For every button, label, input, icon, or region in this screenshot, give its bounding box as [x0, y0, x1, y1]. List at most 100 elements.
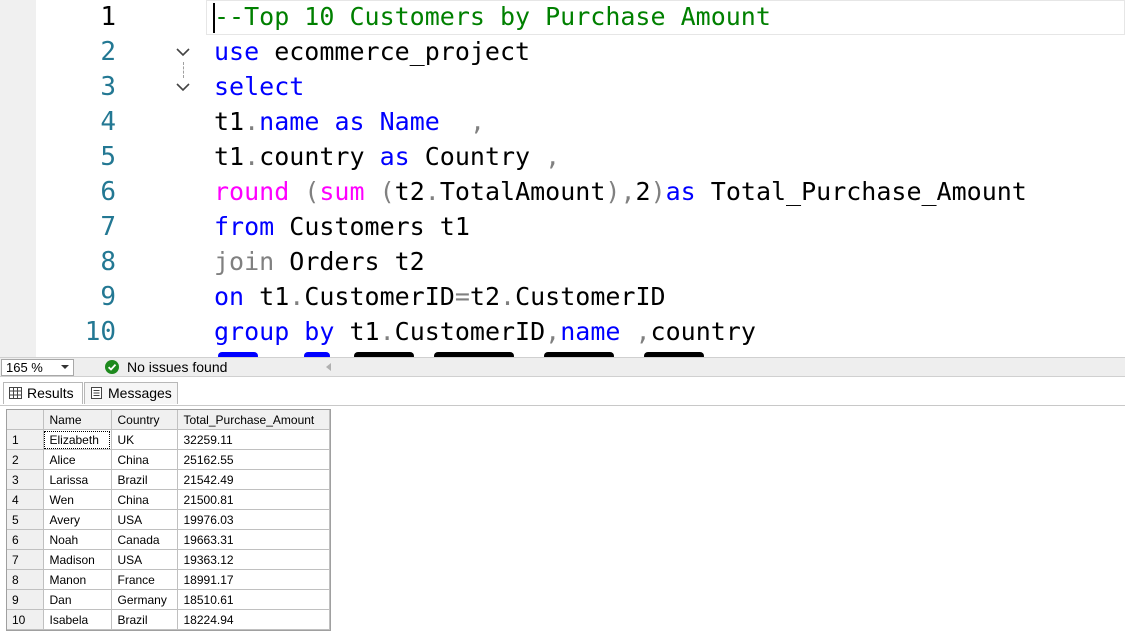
grid-header-row: Name Country Total_Purchase_Amount: [7, 410, 330, 430]
tab-messages[interactable]: Messages: [84, 382, 178, 404]
code-token: .: [424, 177, 440, 206]
editor-status-bar: 165 % No issues found: [0, 357, 1125, 377]
cell-country[interactable]: France: [111, 569, 178, 590]
code-line[interactable]: use ecommerce_project: [214, 34, 530, 69]
row-number-cell[interactable]: 6: [7, 529, 44, 550]
code-token: select: [214, 72, 305, 101]
results-grid[interactable]: Name Country Total_Purchase_Amount 1 Eliz…: [6, 409, 331, 631]
table-row[interactable]: 3 Larissa Brazil 21542.49: [7, 469, 330, 490]
cell-total-purchase-amount[interactable]: 19363.12: [177, 549, 330, 570]
code-token: round: [214, 177, 290, 206]
cell-name[interactable]: Madison: [43, 549, 112, 570]
fold-chevron-down-icon[interactable]: [174, 78, 192, 96]
row-number-cell[interactable]: 8: [7, 569, 44, 590]
cell-total-purchase-amount[interactable]: 19663.31: [177, 529, 330, 550]
code-token: Orders t2: [274, 247, 425, 276]
scroll-left-arrow-icon[interactable]: [326, 363, 331, 371]
table-row[interactable]: 6 Noah Canada 19663.31: [7, 529, 330, 550]
issues-status-text: No issues found: [127, 359, 228, 375]
cell-total-purchase-amount[interactable]: 18224.94: [177, 609, 330, 630]
cell-name[interactable]: Larissa: [43, 469, 112, 490]
code-token: --Top 10 Customers by Purchase Amount: [214, 2, 771, 31]
table-row[interactable]: 2 Alice China 25162.55: [7, 449, 330, 470]
code-line[interactable]: t1.name as Name ,: [214, 104, 485, 139]
row-number-cell[interactable]: 1: [7, 429, 44, 450]
code-line[interactable]: join Orders t2: [214, 244, 425, 279]
cell-name[interactable]: Wen: [43, 489, 112, 510]
cell-total-purchase-amount[interactable]: 32259.11: [177, 429, 330, 450]
zoom-dropdown[interactable]: 165 %: [1, 359, 74, 376]
code-token: sum: [319, 177, 365, 206]
code-token: ,: [545, 142, 561, 171]
cell-total-purchase-amount[interactable]: 25162.55: [177, 449, 330, 470]
table-row[interactable]: 1 Elizabeth UK 32259.11: [7, 429, 330, 450]
line-number: 2: [100, 37, 116, 67]
line-number: 6: [100, 177, 116, 207]
row-number-cell[interactable]: 9: [7, 589, 44, 610]
row-number-cell[interactable]: 3: [7, 469, 44, 490]
cell-name[interactable]: Noah: [43, 529, 112, 550]
column-header-total-purchase-amount[interactable]: Total_Purchase_Amount: [177, 410, 330, 430]
cell-total-purchase-amount[interactable]: 21542.49: [177, 469, 330, 490]
table-row[interactable]: 7 Madison USA 19363.12: [7, 549, 330, 570]
cell-country[interactable]: USA: [111, 549, 178, 570]
cell-total-purchase-amount[interactable]: 21500.81: [177, 489, 330, 510]
fold-chevron-down-icon[interactable]: [174, 43, 192, 61]
code-token: Total_Purchase_Amount: [695, 177, 1027, 206]
code-line[interactable]: t1.country as Country ,: [214, 139, 560, 174]
grid-icon: [9, 387, 22, 399]
row-number-cell[interactable]: 10: [7, 609, 44, 630]
line-number: 4: [100, 107, 116, 137]
tab-results-label: Results: [27, 385, 74, 401]
cell-name[interactable]: Alice: [43, 449, 112, 470]
line-number: 10: [84, 317, 116, 347]
table-row[interactable]: 5 Avery USA 19976.03: [7, 509, 330, 530]
query-editor[interactable]: 1 2 3 4 5 6 7 8 9 10 --Top 10 Customers by Purcha…: [0, 0, 1125, 357]
table-row[interactable]: 10 Isabela Brazil 18224.94: [7, 609, 330, 630]
cell-name[interactable]: Elizabeth: [43, 429, 112, 450]
code-token: from: [214, 212, 275, 241]
cell-country[interactable]: Canada: [111, 529, 178, 550]
text-caret: [213, 3, 215, 33]
code-line[interactable]: round (sum (t2.TotalAmount),2)as Total_P…: [214, 174, 1027, 209]
cell-country[interactable]: USA: [111, 509, 178, 530]
column-header-country[interactable]: Country: [111, 410, 178, 430]
row-number-header[interactable]: [7, 410, 44, 430]
cell-total-purchase-amount[interactable]: 18991.17: [177, 569, 330, 590]
row-number-cell[interactable]: 5: [7, 509, 44, 530]
code-token: use: [214, 37, 260, 66]
line-number: 1: [100, 2, 116, 32]
cell-country[interactable]: China: [111, 449, 178, 470]
cell-name[interactable]: Manon: [43, 569, 112, 590]
code-token: .: [379, 317, 395, 346]
column-header-name[interactable]: Name: [43, 410, 112, 430]
cell-total-purchase-amount[interactable]: 19976.03: [177, 509, 330, 530]
fold-guide: [183, 62, 184, 78]
cell-country[interactable]: Germany: [111, 589, 178, 610]
cell-name[interactable]: Dan: [43, 589, 112, 610]
row-number-cell[interactable]: 2: [7, 449, 44, 470]
code-line[interactable]: --Top 10 Customers by Purchase Amount: [214, 0, 771, 34]
table-row[interactable]: 8 Manon France 18991.17: [7, 569, 330, 590]
tab-messages-label: Messages: [108, 385, 172, 401]
cell-country[interactable]: Brazil: [111, 609, 178, 630]
cell-country[interactable]: UK: [111, 429, 178, 450]
row-number-cell[interactable]: 7: [7, 549, 44, 570]
cell-country[interactable]: China: [111, 489, 178, 510]
cell-name[interactable]: Isabela: [43, 609, 112, 630]
code-token: country: [259, 142, 380, 171]
row-number-cell[interactable]: 4: [7, 489, 44, 510]
tab-results[interactable]: Results: [3, 382, 83, 404]
code-line[interactable]: select: [214, 69, 304, 104]
code-token: .: [500, 282, 516, 311]
code-line[interactable]: on t1.CustomerID=t2.CustomerID: [214, 279, 666, 314]
code-token: Name: [379, 107, 440, 136]
code-line[interactable]: group by t1.CustomerID,name ,country: [214, 314, 756, 349]
cell-country[interactable]: Brazil: [111, 469, 178, 490]
table-row[interactable]: 4 Wen China 21500.81: [7, 489, 330, 510]
code-line[interactable]: from Customers t1: [214, 209, 470, 244]
table-row[interactable]: 9 Dan Germany 18510.61: [7, 589, 330, 610]
cell-name[interactable]: Avery: [43, 509, 112, 530]
cell-total-purchase-amount[interactable]: 18510.61: [177, 589, 330, 610]
line-number: 9: [100, 282, 116, 312]
